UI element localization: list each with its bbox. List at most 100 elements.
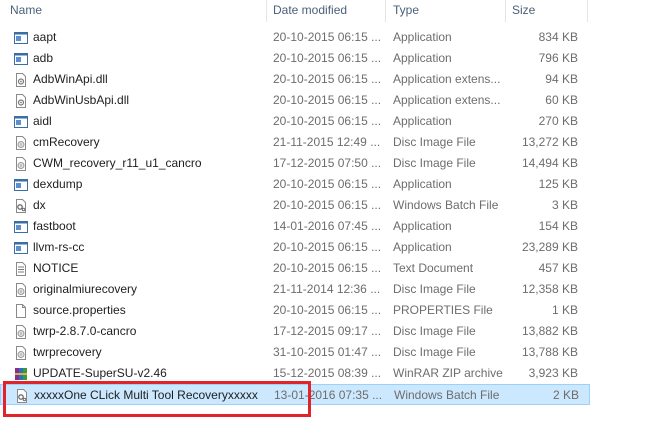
file-row[interactable]: dx 20-10-2015 06:15 ... Windows Batch File… bbox=[0, 195, 590, 216]
file-type: PROPERTIES File bbox=[393, 303, 493, 317]
file-size: 12,358 KB bbox=[521, 282, 578, 296]
file-name: NOTICE bbox=[33, 261, 79, 275]
file-size: 270 KB bbox=[538, 114, 578, 128]
dll-file-icon bbox=[13, 93, 29, 109]
red-highlight-box bbox=[3, 381, 311, 417]
file-row[interactable]: AdbWinUsbApi.dll 20-10-2015 06:15 ... Appl… bbox=[0, 90, 590, 111]
file-type: Application bbox=[393, 30, 452, 44]
file-list: aapt 20-10-2015 06:15 ... Application 834 K… bbox=[0, 27, 647, 405]
file-row[interactable]: aidl 20-10-2015 06:15 ... Application 270 K… bbox=[0, 111, 590, 132]
file-type: Windows Batch File bbox=[393, 198, 499, 212]
generic-file-icon bbox=[13, 303, 29, 319]
file-name: aapt bbox=[33, 30, 57, 44]
file-row[interactable]: dexdump 20-10-2015 06:15 ... Application 12… bbox=[0, 174, 590, 195]
application-icon bbox=[13, 114, 29, 130]
file-row[interactable]: aapt 20-10-2015 06:15 ... Application 834 K… bbox=[0, 27, 590, 48]
application-icon bbox=[13, 177, 29, 193]
file-name: twrp-2.8.7.0-cancro bbox=[33, 324, 137, 338]
file-size: 1 KB bbox=[551, 303, 578, 317]
column-header-size[interactable]: Size bbox=[506, 0, 588, 22]
file-row[interactable]: fastboot 14-01-2016 07:45 ... Application 1… bbox=[0, 216, 590, 237]
file-type: WinRAR ZIP archive bbox=[393, 366, 503, 380]
file-name: cmRecovery bbox=[33, 135, 100, 149]
winrar-archive-icon bbox=[13, 366, 29, 382]
text-document-icon bbox=[13, 261, 29, 277]
file-name: fastboot bbox=[33, 219, 76, 233]
file-name: llvm-rs-cc bbox=[33, 240, 85, 254]
file-date-modified: 21-11-2014 12:36 ... bbox=[273, 282, 381, 296]
file-size: 60 KB bbox=[545, 93, 578, 107]
batch-file-icon bbox=[13, 198, 29, 214]
column-divider[interactable] bbox=[587, 0, 588, 22]
file-date-modified: 14-01-2016 07:45 ... bbox=[273, 219, 381, 233]
file-name: adb bbox=[33, 51, 54, 65]
file-type: Windows Batch File bbox=[394, 388, 500, 402]
file-type: Application bbox=[393, 177, 452, 191]
file-date-modified: 17-12-2015 07:50 ... bbox=[273, 156, 381, 170]
file-name: AdbWinUsbApi.dll bbox=[33, 93, 130, 107]
column-header-name[interactable]: Name bbox=[4, 0, 266, 22]
file-type: Application bbox=[393, 219, 452, 233]
dll-file-icon bbox=[13, 72, 29, 88]
file-date-modified: 20-10-2015 06:15 ... bbox=[273, 303, 381, 317]
column-divider[interactable] bbox=[385, 0, 386, 22]
file-size: 13,788 KB bbox=[521, 345, 578, 359]
file-row[interactable]: llvm-rs-cc 20-10-2015 06:15 ... Applicatio… bbox=[0, 237, 590, 258]
column-header-type[interactable]: Type bbox=[387, 0, 505, 22]
file-name: originalmiurecovery bbox=[33, 282, 138, 296]
file-row[interactable]: twrp-2.8.7.0-cancro 17-12-2015 09:17 ... D… bbox=[0, 321, 590, 342]
file-size: 3,923 KB bbox=[528, 366, 578, 380]
file-size: 125 KB bbox=[538, 177, 578, 191]
file-row[interactable]: CWM_recovery_r11_u1_cancro 17-12-2015 07:… bbox=[0, 153, 590, 174]
file-date-modified: 21-11-2015 12:49 ... bbox=[273, 135, 381, 149]
disc-image-icon bbox=[13, 324, 29, 340]
file-date-modified: 20-10-2015 06:15 ... bbox=[273, 114, 381, 128]
file-date-modified: 31-10-2015 01:47 ... bbox=[273, 345, 381, 359]
application-icon bbox=[13, 240, 29, 256]
file-name: source.properties bbox=[33, 303, 126, 317]
file-date-modified: 20-10-2015 06:15 ... bbox=[273, 177, 381, 191]
application-icon bbox=[13, 219, 29, 235]
file-name: twrprecovery bbox=[33, 345, 102, 359]
file-type: Application extens... bbox=[393, 72, 501, 86]
file-size: 94 KB bbox=[545, 72, 578, 86]
file-size: 14,494 KB bbox=[521, 156, 578, 170]
file-date-modified: 20-10-2015 06:15 ... bbox=[273, 51, 381, 65]
column-header-date[interactable]: Date modified bbox=[267, 0, 385, 22]
disc-image-icon bbox=[13, 345, 29, 361]
file-row[interactable]: twrprecovery 31-10-2015 01:47 ... Disc Ima… bbox=[0, 342, 590, 363]
file-size: 457 KB bbox=[538, 261, 578, 275]
file-size: 13,882 KB bbox=[521, 324, 578, 338]
file-type: Disc Image File bbox=[393, 156, 476, 170]
file-date-modified: 20-10-2015 06:15 ... bbox=[273, 93, 381, 107]
file-type: Disc Image File bbox=[393, 324, 476, 338]
file-type: Application bbox=[393, 240, 452, 254]
file-row[interactable]: AdbWinApi.dll 20-10-2015 06:15 ... Applica… bbox=[0, 69, 590, 90]
file-type: Disc Image File bbox=[393, 135, 476, 149]
file-size: 23,289 KB bbox=[521, 240, 578, 254]
disc-image-icon bbox=[13, 282, 29, 298]
file-size: 154 KB bbox=[538, 219, 578, 233]
file-type: Application extens... bbox=[393, 93, 501, 107]
file-name: CWM_recovery_r11_u1_cancro bbox=[33, 156, 202, 170]
file-type: Application bbox=[393, 114, 452, 128]
file-size: 2 KB bbox=[552, 388, 579, 402]
file-size: 834 KB bbox=[538, 30, 578, 44]
file-row[interactable]: originalmiurecovery 21-11-2014 12:36 ... D… bbox=[0, 279, 590, 300]
file-date-modified: 20-10-2015 06:15 ... bbox=[273, 72, 381, 86]
file-row[interactable]: adb 20-10-2015 06:15 ... Application 796 KB bbox=[0, 48, 590, 69]
disc-image-icon bbox=[13, 156, 29, 172]
file-date-modified: 20-10-2015 06:15 ... bbox=[273, 261, 381, 275]
file-row[interactable]: cmRecovery 21-11-2015 12:49 ... Disc Image… bbox=[0, 132, 590, 153]
file-row[interactable]: source.properties 20-10-2015 06:15 ... PRO… bbox=[0, 300, 590, 321]
disc-image-icon bbox=[13, 135, 29, 151]
file-size: 13,272 KB bbox=[521, 135, 578, 149]
file-row[interactable]: NOTICE 20-10-2015 06:15 ... Text Document 4… bbox=[0, 258, 590, 279]
file-date-modified: 20-10-2015 06:15 ... bbox=[273, 30, 381, 44]
file-date-modified: 20-10-2015 06:15 ... bbox=[273, 198, 381, 212]
file-size: 796 KB bbox=[538, 51, 578, 65]
file-name: dx bbox=[33, 198, 46, 212]
application-icon bbox=[13, 30, 29, 46]
file-size: 3 KB bbox=[551, 198, 578, 212]
file-name: dexdump bbox=[33, 177, 83, 191]
